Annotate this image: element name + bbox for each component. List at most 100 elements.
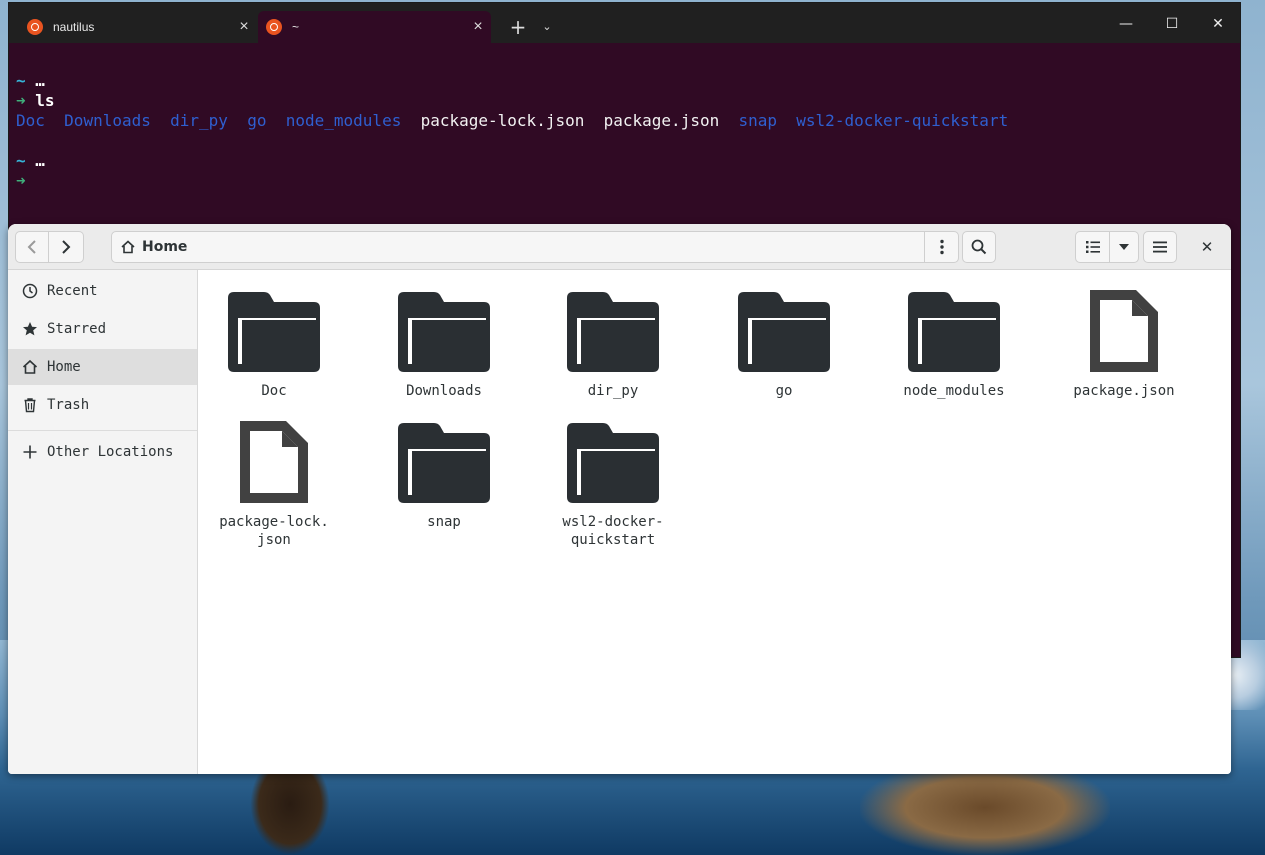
minimize-button[interactable]: —	[1103, 9, 1149, 39]
close-window-button[interactable]: ✕	[1196, 236, 1218, 258]
terminal-tab-bar: nautilus × ~ × + ⌄ — ☐ ✕	[9, 3, 1240, 43]
folder-icon	[904, 286, 1004, 376]
dropdown-arrow-icon	[1119, 244, 1129, 250]
sidebar-item-label: Recent	[47, 283, 98, 299]
new-tab-button[interactable]: +	[506, 15, 530, 39]
folder-item[interactable]: Downloads	[379, 286, 509, 400]
trash-icon	[22, 397, 38, 413]
prompt-ellipsis: …	[35, 151, 45, 170]
tab-label: nautilus	[53, 20, 95, 34]
clock-icon	[22, 283, 38, 299]
command-text: ls	[35, 91, 55, 110]
folder-icon	[563, 417, 663, 507]
folder-icon	[563, 286, 663, 376]
location-bar[interactable]: Home	[111, 231, 959, 263]
ls-directory-entry: Doc	[16, 111, 45, 130]
folder-item[interactable]: Doc	[209, 286, 339, 400]
sidebar-item-starred[interactable]: Starred	[8, 311, 197, 347]
file-name-label: package.json	[1073, 383, 1175, 399]
places-sidebar: Recent Starred Home Trash Other Location…	[8, 270, 198, 774]
sidebar-divider	[8, 430, 197, 431]
folder-item[interactable]: go	[719, 286, 849, 400]
ls-directory-entry: snap	[738, 111, 778, 130]
file-name-label: snap	[427, 514, 461, 530]
prompt-tilde: ~	[16, 71, 26, 90]
tab-nautilus[interactable]: nautilus ×	[19, 11, 257, 43]
prompt-ellipsis: …	[35, 71, 45, 90]
location-label: Home	[142, 239, 188, 255]
file-name-label: wsl2-docker- quickstart	[562, 514, 664, 548]
plus-icon	[22, 444, 38, 460]
tab-label: ~	[292, 20, 300, 34]
command-line: ➜ ls	[16, 91, 55, 111]
file-name-label: package-lock. json	[219, 514, 329, 548]
ubuntu-icon	[266, 19, 282, 35]
document-icon	[1074, 286, 1174, 376]
sidebar-item-recent[interactable]: Recent	[8, 273, 197, 309]
sidebar-item-label: Trash	[47, 397, 90, 413]
close-window-button[interactable]: ✕	[1195, 9, 1241, 39]
sidebar-item-trash[interactable]: Trash	[8, 387, 197, 423]
hamburger-menu-icon	[1153, 241, 1167, 253]
tab-home[interactable]: ~ ×	[258, 11, 491, 43]
folder-item[interactable]: dir_py	[548, 286, 678, 400]
file-grid: Doc Downloads dir_py go node_modules package.…	[199, 270, 1231, 774]
ls-file-entry: package-lock.json	[420, 111, 585, 130]
command-line: ➜	[16, 171, 26, 191]
back-button[interactable]	[15, 231, 49, 263]
ls-output-line: Doc Downloads dir_py go node_modules pac…	[16, 111, 1008, 131]
path-home-button[interactable]: Home	[112, 239, 187, 255]
file-name-label: node_modules	[903, 383, 1005, 399]
path-menu-button[interactable]	[924, 231, 958, 263]
prompt-line: ~ …	[16, 151, 45, 171]
wallpaper-rock	[860, 760, 1110, 855]
folder-icon	[224, 286, 324, 376]
sidebar-item-home[interactable]: Home	[8, 349, 197, 385]
ls-directory-entry: wsl2-docker-quickstart	[796, 111, 1009, 130]
kebab-menu-icon	[939, 239, 944, 255]
ls-directory-entry: Downloads	[64, 111, 151, 130]
tab-close-icon[interactable]: ×	[465, 18, 491, 36]
ls-directory-entry: dir_py	[170, 111, 228, 130]
file-name-label: dir_py	[587, 383, 639, 399]
view-options-button[interactable]	[1110, 231, 1139, 263]
ls-directory-entry: go	[247, 111, 267, 130]
folder-item[interactable]: node_modules	[889, 286, 1019, 400]
prompt-line: ~ …	[16, 71, 45, 91]
file-name-label: Doc	[261, 383, 287, 399]
home-icon	[121, 240, 135, 254]
file-name-label: go	[775, 383, 793, 399]
tab-dropdown-button[interactable]: ⌄	[537, 15, 557, 39]
folder-icon	[394, 286, 494, 376]
list-view-icon	[1085, 241, 1100, 253]
nautilus-window: Home ✕ Recent Starred Home Trash Other L…	[8, 224, 1231, 774]
file-item[interactable]: package.json	[1059, 286, 1189, 400]
chevron-right-icon	[62, 240, 71, 254]
folder-item[interactable]: snap	[379, 417, 509, 531]
folder-icon	[734, 286, 834, 376]
search-icon	[971, 239, 987, 255]
sidebar-item-other-locations[interactable]: Other Locations	[8, 434, 197, 470]
home-icon	[22, 359, 38, 375]
file-item[interactable]: package-lock. json	[209, 417, 339, 549]
sidebar-item-label: Starred	[47, 321, 107, 337]
star-icon	[22, 321, 38, 337]
prompt-tilde: ~	[16, 151, 26, 170]
wallpaper-rock	[250, 770, 330, 855]
ls-file-entry: package.json	[603, 111, 720, 130]
document-icon	[224, 417, 324, 507]
tab-close-icon[interactable]: ×	[231, 18, 257, 36]
main-menu-button[interactable]	[1143, 231, 1177, 263]
folder-item[interactable]: wsl2-docker- quickstart	[548, 417, 678, 549]
terminal-output[interactable]: ~ … ➜ ls Doc Downloads dir_py go node_mo…	[9, 43, 1240, 223]
ls-directory-entry: node_modules	[285, 111, 402, 130]
prompt-arrow: ➜	[16, 91, 26, 110]
sidebar-item-label: Other Locations	[47, 444, 174, 460]
search-button[interactable]	[962, 231, 996, 263]
ubuntu-icon	[27, 19, 43, 35]
maximize-button[interactable]: ☐	[1149, 9, 1195, 39]
forward-button[interactable]	[49, 231, 84, 263]
list-view-button[interactable]	[1075, 231, 1110, 263]
chevron-left-icon	[27, 240, 36, 254]
folder-icon	[394, 417, 494, 507]
